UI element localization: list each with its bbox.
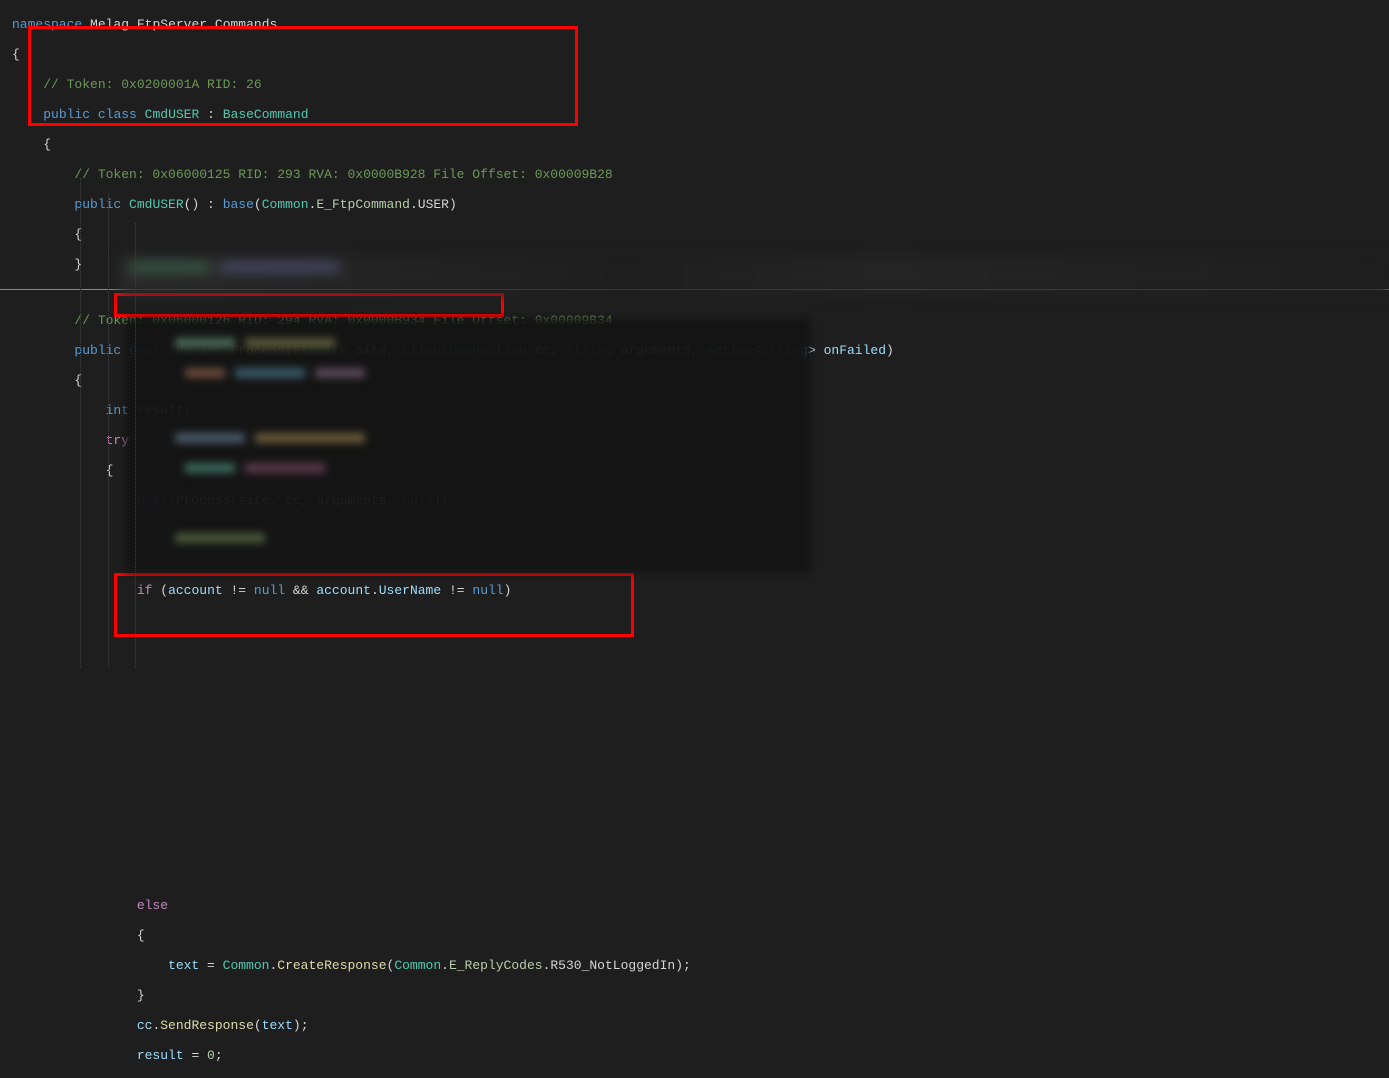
blurred-region-1: [120, 256, 1389, 294]
code-line: namespace Melag.FtpServer.Commands: [12, 17, 1389, 32]
code-line: // Token: 0x06000125 RID: 293 RVA: 0x000…: [12, 167, 1389, 182]
code-line: result = 0;: [12, 1048, 1389, 1063]
code-line: if (account != null && account.UserName …: [12, 583, 1389, 598]
code-line: }: [12, 988, 1389, 1003]
blurred-region-2: [125, 318, 810, 573]
code-line: cc.SendResponse(text);: [12, 1018, 1389, 1033]
code-line: {: [12, 137, 1389, 152]
code-line: {: [12, 47, 1389, 62]
code-line: text = Common.CreateResponse(Common.E_Re…: [12, 958, 1389, 973]
code-line: public CmdUSER() : base(Common.E_FtpComm…: [12, 197, 1389, 212]
code-line: {: [12, 928, 1389, 943]
code-editor[interactable]: namespace Melag.FtpServer.Commands { // …: [0, 0, 1389, 287]
code-line: else: [12, 898, 1389, 913]
code-line: public class CmdUSER : BaseCommand: [12, 107, 1389, 122]
code-line: {: [12, 227, 1389, 242]
code-line: // Token: 0x0200001A RID: 26: [12, 77, 1389, 92]
